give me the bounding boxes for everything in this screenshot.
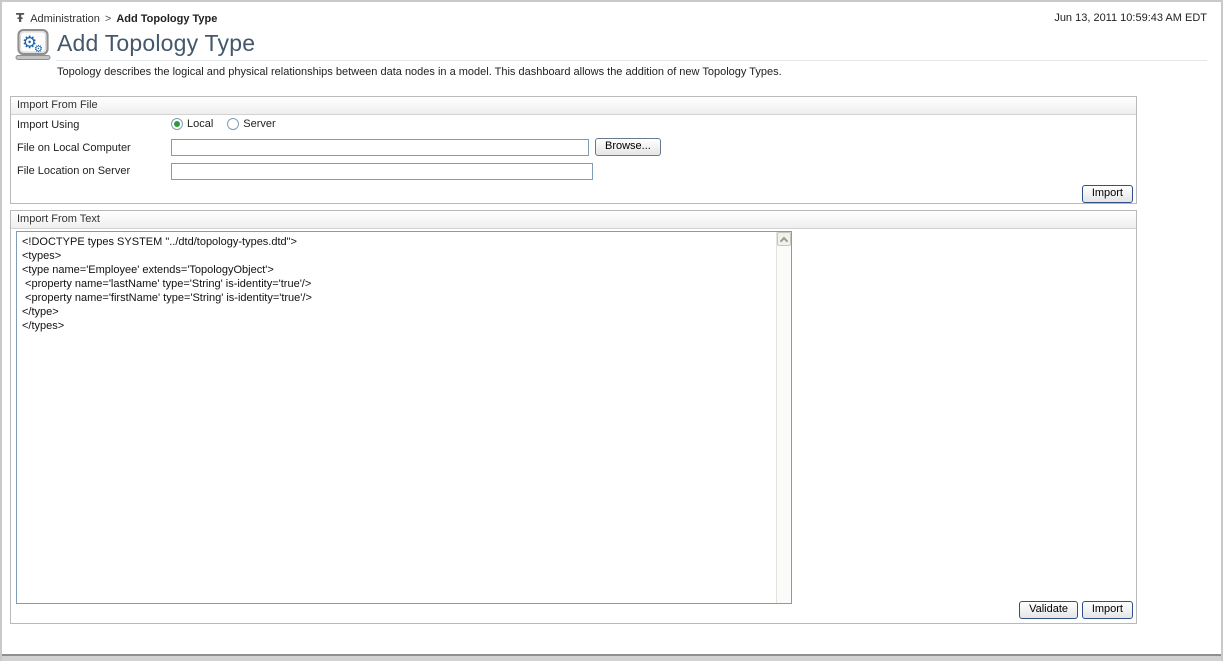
- breadcrumb: Ŧ Administration > Add Topology Type: [16, 11, 217, 25]
- window-bottom-edge: [2, 654, 1221, 661]
- breadcrumb-item-administration[interactable]: Administration: [30, 13, 100, 25]
- radio-server-label[interactable]: Server: [243, 118, 275, 130]
- import-from-file-title: Import From File: [11, 97, 1136, 115]
- validate-button[interactable]: Validate: [1019, 601, 1078, 619]
- chevron-up-icon[interactable]: [777, 232, 791, 246]
- topology-xml-content[interactable]: <!DOCTYPE types SYSTEM "../dtd/topology-…: [17, 232, 776, 603]
- page-title: Add Topology Type: [57, 30, 256, 56]
- radio-server[interactable]: [227, 118, 240, 130]
- file-on-local-input[interactable]: [171, 139, 589, 156]
- current-time-label: Jun 13, 2011 10:59:43 AM EDT: [1054, 12, 1207, 24]
- chevron-glyph: [779, 236, 789, 246]
- radio-local-label[interactable]: Local: [187, 118, 213, 130]
- page-description: Topology describes the logical and physi…: [57, 66, 782, 78]
- dashboard-top-level-icon: Ŧ: [16, 11, 25, 25]
- import-from-text-panel: Import From Text <!DOCTYPE types SYSTEM …: [10, 210, 1137, 624]
- svg-text:⚙: ⚙: [34, 44, 43, 55]
- header-divider: [56, 60, 1207, 61]
- import-using-label: Import Using: [17, 119, 80, 131]
- breadcrumb-item-current: Add Topology Type: [116, 13, 218, 25]
- breadcrumb-separator: >: [104, 13, 112, 25]
- page: Ŧ Administration > Add Topology Type Jun 13…: [0, 0, 1223, 661]
- import-from-text-button[interactable]: Import: [1081, 601, 1133, 619]
- file-on-local-label: File on Local Computer: [17, 142, 131, 154]
- file-on-server-label: File Location on Server: [17, 165, 131, 177]
- textarea-scrollbar[interactable]: [776, 232, 791, 603]
- browse-button[interactable]: Browse...: [595, 138, 661, 156]
- import-from-file-button[interactable]: Import: [1081, 185, 1133, 203]
- import-from-file-panel: Import From File Import Using Local Serv…: [10, 96, 1137, 204]
- import-using-radio-group: Local Server: [171, 118, 276, 130]
- topology-xml-textarea[interactable]: <!DOCTYPE types SYSTEM "../dtd/topology-…: [16, 231, 792, 604]
- file-on-server-input[interactable]: [171, 163, 593, 180]
- radio-local[interactable]: [171, 118, 183, 130]
- import-from-text-title: Import From Text: [11, 211, 1136, 229]
- topology-gears-monitor-icon: ⚙ ⚙: [15, 28, 51, 66]
